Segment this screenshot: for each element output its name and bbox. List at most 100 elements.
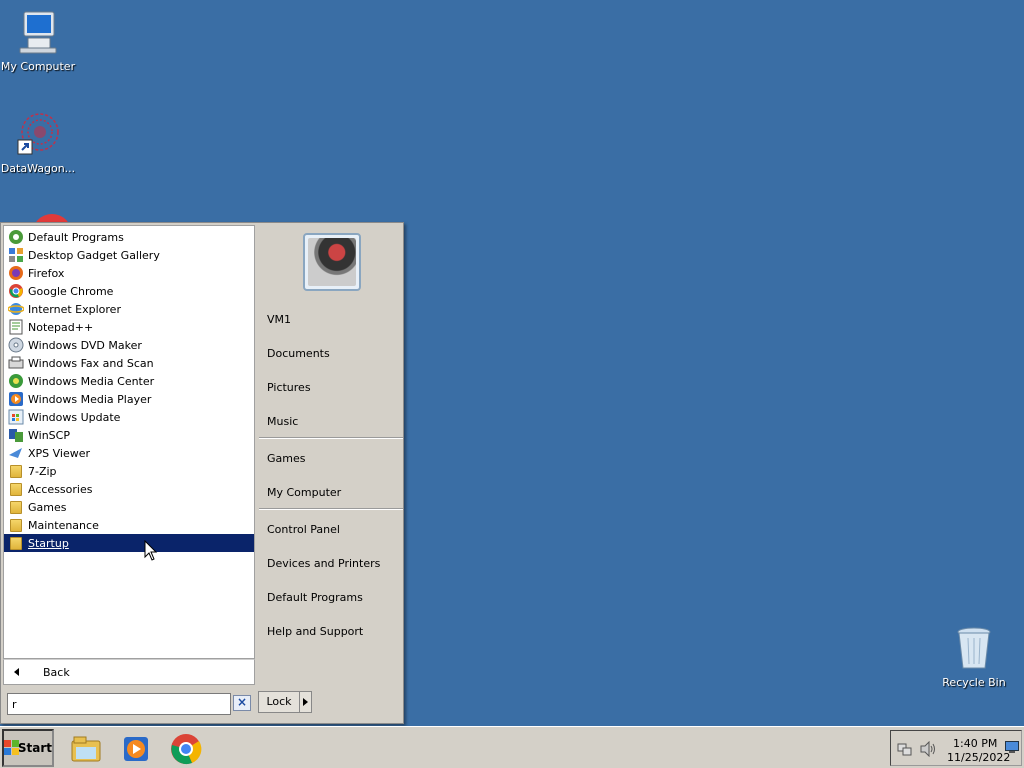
program-item[interactable]: Firefox bbox=[4, 264, 254, 282]
back-button[interactable]: Back bbox=[3, 659, 255, 685]
all-programs-list: Default Programs Desktop Gadget Gallery Fi… bbox=[3, 225, 255, 659]
media-center-icon bbox=[8, 373, 24, 389]
program-label: Windows Fax and Scan bbox=[28, 356, 154, 370]
desktop-icon-label: DataWagon... bbox=[0, 162, 76, 175]
winscp-icon bbox=[8, 427, 24, 443]
show-desktop-icon[interactable] bbox=[1005, 741, 1019, 753]
shutdown-options-arrow[interactable] bbox=[300, 691, 312, 713]
program-label: 7-Zip bbox=[28, 464, 57, 478]
program-label: WinSCP bbox=[28, 428, 70, 442]
chrome-icon bbox=[8, 283, 24, 299]
program-label: Games bbox=[28, 500, 67, 514]
program-label: Windows DVD Maker bbox=[28, 338, 142, 352]
internet-explorer-icon bbox=[7, 301, 25, 317]
program-label: Google Chrome bbox=[28, 284, 114, 298]
separator bbox=[259, 437, 403, 439]
volume-icon[interactable] bbox=[919, 741, 937, 757]
program-label: Maintenance bbox=[28, 518, 99, 532]
program-item[interactable]: XPS Viewer bbox=[4, 444, 254, 462]
folder-icon bbox=[10, 518, 22, 532]
program-item[interactable]: Desktop Gadget Gallery bbox=[4, 246, 254, 264]
program-item[interactable]: Internet Explorer bbox=[4, 300, 254, 318]
computer-icon bbox=[14, 8, 62, 56]
start-label: Start bbox=[17, 741, 52, 755]
datawagon-shortcut-icon bbox=[14, 110, 62, 158]
user-picture[interactable] bbox=[303, 233, 361, 291]
folder-icon bbox=[10, 482, 22, 496]
default-programs-icon bbox=[8, 229, 24, 245]
program-item[interactable]: Startup bbox=[4, 534, 254, 552]
program-item[interactable]: Maintenance bbox=[4, 516, 254, 534]
windows-flag-icon bbox=[4, 740, 19, 756]
start-button[interactable]: Start bbox=[2, 729, 54, 767]
clear-search-icon[interactable]: × bbox=[233, 695, 251, 711]
clock-time[interactable]: 1:40 PM bbox=[953, 737, 997, 750]
fax-scan-icon bbox=[8, 355, 24, 371]
program-label: Firefox bbox=[28, 266, 65, 280]
desktop-icon-my-computer[interactable]: My Computer bbox=[0, 8, 76, 73]
program-item[interactable]: Windows Fax and Scan bbox=[4, 354, 254, 372]
program-item[interactable]: Google Chrome bbox=[4, 282, 254, 300]
program-item[interactable]: Notepad++ bbox=[4, 318, 254, 336]
program-item[interactable]: Windows Media Center bbox=[4, 372, 254, 390]
lock-button[interactable]: Lock bbox=[258, 691, 300, 713]
program-label: Windows Update bbox=[28, 410, 121, 424]
menu-item-control-panel[interactable]: Control Panel bbox=[267, 523, 340, 536]
menu-item-my-computer[interactable]: My Computer bbox=[267, 486, 341, 499]
program-item[interactable]: Windows Update bbox=[4, 408, 254, 426]
back-label: Back bbox=[43, 665, 70, 679]
taskbar-explorer-icon[interactable] bbox=[68, 731, 104, 767]
windows-update-icon bbox=[8, 409, 24, 425]
program-label: Startup bbox=[28, 536, 69, 550]
folder-icon bbox=[10, 464, 22, 478]
program-item[interactable]: Default Programs bbox=[4, 228, 254, 246]
desktop-icon-label: Recycle Bin bbox=[942, 676, 1006, 689]
menu-item-default-programs[interactable]: Default Programs bbox=[267, 591, 363, 604]
menu-item-help-support[interactable]: Help and Support bbox=[267, 625, 363, 638]
taskbar-chrome-icon[interactable] bbox=[168, 731, 204, 767]
search-bar: × bbox=[3, 687, 253, 721]
network-icon[interactable] bbox=[897, 741, 913, 757]
program-label: Default Programs bbox=[28, 230, 124, 244]
start-menu: Default Programs Desktop Gadget Gallery Fi… bbox=[0, 222, 404, 724]
program-item[interactable]: 7-Zip bbox=[4, 462, 254, 480]
desktop-icon-datawagon[interactable]: DataWagon... bbox=[0, 110, 76, 175]
desktop-icon-label: My Computer bbox=[0, 60, 76, 73]
search-input[interactable] bbox=[7, 693, 231, 715]
menu-item-devices-printers[interactable]: Devices and Printers bbox=[267, 557, 380, 570]
media-player-icon bbox=[8, 391, 24, 407]
recycle-bin-icon bbox=[950, 624, 998, 672]
program-label: Notepad++ bbox=[28, 320, 94, 334]
menu-item-documents[interactable]: Documents bbox=[267, 347, 330, 360]
menu-item-pictures[interactable]: Pictures bbox=[267, 381, 311, 394]
program-item[interactable]: WinSCP bbox=[4, 426, 254, 444]
xps-viewer-icon bbox=[8, 445, 24, 461]
program-item[interactable]: Windows Media Player bbox=[4, 390, 254, 408]
program-item[interactable]: Windows DVD Maker bbox=[4, 336, 254, 354]
clock-date[interactable]: 11/25/2022 bbox=[947, 751, 1010, 764]
program-label: Windows Media Player bbox=[28, 392, 152, 406]
start-menu-right-pane: VM1 Documents Pictures Music Games My Co… bbox=[257, 225, 403, 721]
gadget-gallery-icon bbox=[8, 247, 24, 263]
program-label: Accessories bbox=[28, 482, 93, 496]
mouse-cursor-icon bbox=[144, 540, 158, 561]
separator bbox=[259, 508, 403, 510]
taskbar-media-player-icon[interactable] bbox=[118, 731, 154, 767]
program-item[interactable]: Games bbox=[4, 498, 254, 516]
folder-icon bbox=[10, 500, 22, 514]
dvd-maker-icon bbox=[8, 337, 24, 353]
firefox-icon bbox=[8, 265, 24, 281]
system-tray: 1:40 PM 11/25/2022 bbox=[890, 730, 1022, 766]
menu-item-user[interactable]: VM1 bbox=[267, 313, 291, 326]
notepad-plus-plus-icon bbox=[8, 319, 24, 335]
desktop-icon-recycle-bin[interactable]: Recycle Bin bbox=[936, 624, 1012, 689]
program-label: Windows Media Center bbox=[28, 374, 155, 388]
menu-item-games[interactable]: Games bbox=[267, 452, 305, 465]
lock-group: Lock bbox=[258, 691, 312, 713]
program-label: Internet Explorer bbox=[28, 302, 121, 316]
menu-item-music[interactable]: Music bbox=[267, 415, 298, 428]
folder-icon bbox=[10, 536, 22, 550]
program-item[interactable]: Accessories bbox=[4, 480, 254, 498]
program-label: Desktop Gadget Gallery bbox=[28, 248, 160, 262]
back-arrow-icon bbox=[14, 668, 19, 676]
